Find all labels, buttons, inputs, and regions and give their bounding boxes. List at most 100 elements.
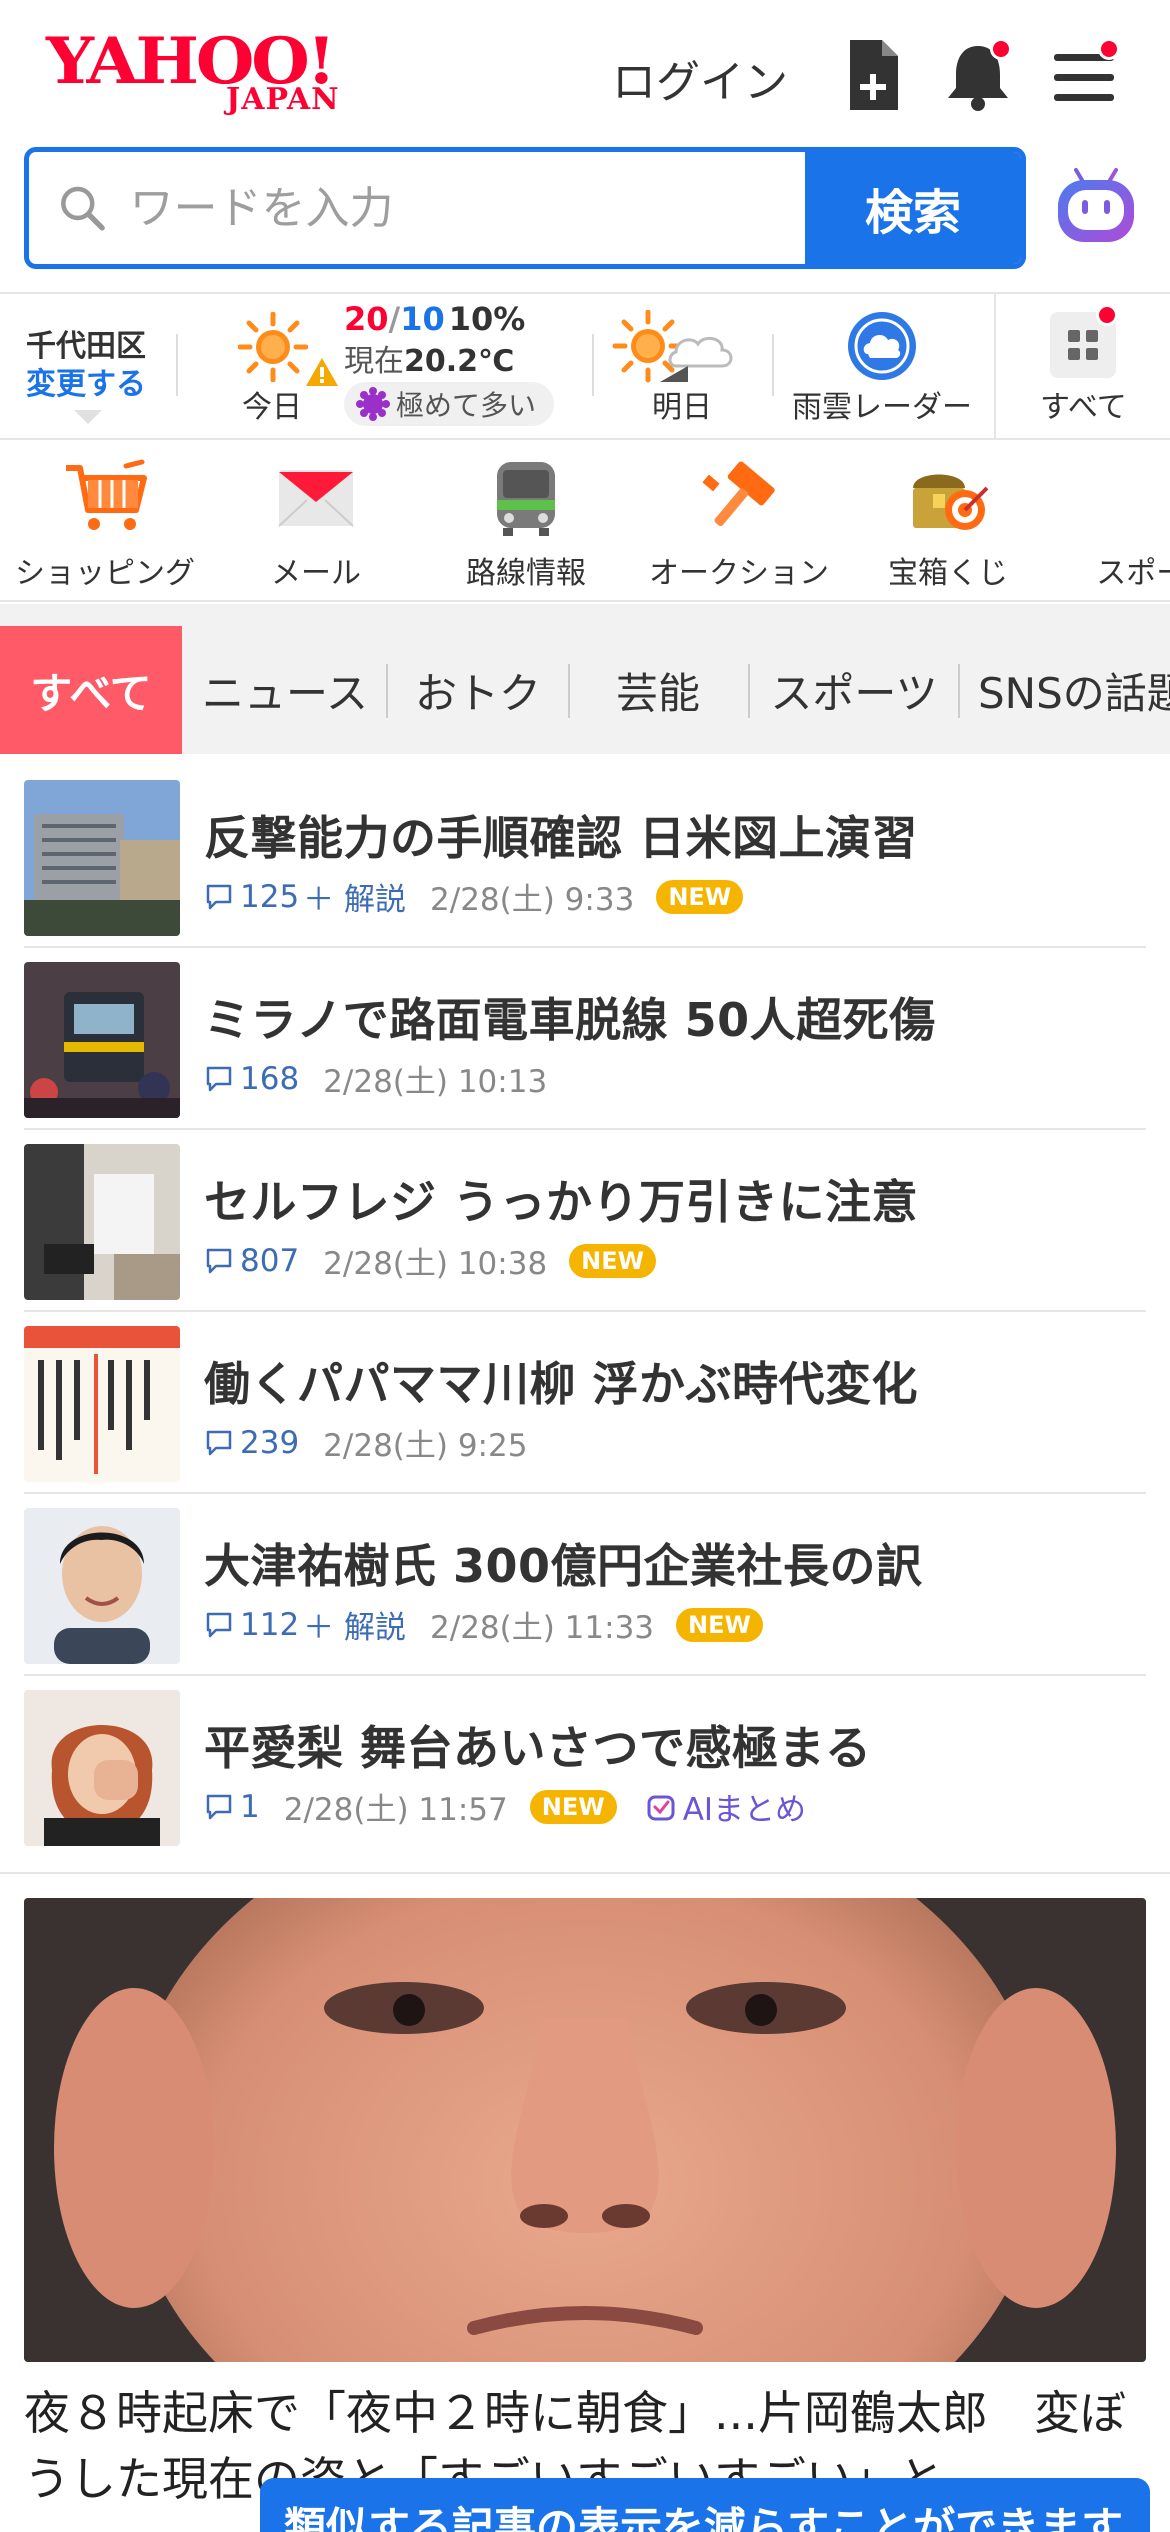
news-item[interactable]: 平愛梨 舞台あいさつで感極まる 1 2/28(土) 11:57 NEW AIまと… — [24, 1676, 1146, 1858]
comment-icon — [206, 1066, 232, 1091]
search-icon — [61, 186, 105, 231]
logo-sub-text: JAPAN — [226, 82, 340, 117]
news-item[interactable]: 働くパパママ川柳 浮かぶ時代変化 239 2/28(土) 9:25 — [24, 1312, 1146, 1494]
comment-count[interactable]: 112 — [204, 1607, 299, 1643]
comment-count[interactable]: 239 — [204, 1425, 299, 1461]
service-mail[interactable]: メール — [226, 458, 406, 592]
comment-count-value: 239 — [240, 1424, 300, 1461]
tomorrow-label: 明日 — [652, 390, 712, 425]
weather-strip: 千代田区 変更する 今日 20/10 10% 現在20.2℃ 極めて多い 明日 … — [0, 292, 1170, 440]
tab-sports[interactable]: スポーツ — [754, 626, 954, 754]
service-auction[interactable]: オークション — [638, 458, 840, 592]
tab-divider — [748, 664, 750, 718]
similar-articles-toast[interactable]: 類似する記事の表示を減らすことができます — [260, 2478, 1150, 2532]
news-meta: 112 ＋ 解説 2/28(土) 11:33 NEW — [204, 1602, 763, 1647]
search-input[interactable] — [129, 182, 805, 234]
location-block[interactable]: 千代田区 変更する — [26, 328, 146, 424]
news-item[interactable]: 反撃能力の手順確認 日米図上演習 125 ＋ 解説 2/28(土) 9:33 N… — [24, 766, 1146, 948]
search-bar: 検索 — [24, 147, 1026, 269]
tab-divider — [568, 664, 570, 718]
pollen-level: 極めて多い — [396, 389, 537, 422]
service-label: メール — [271, 556, 361, 591]
news-thumbnail — [24, 1508, 180, 1664]
header: YAHOO! JAPAN ログイン — [0, 0, 1170, 145]
service-shopping[interactable]: ショッピング — [14, 458, 196, 592]
service-takarabako[interactable]: 宝箱くじ — [858, 458, 1038, 592]
divider — [592, 334, 594, 396]
new-badge: NEW — [676, 1607, 763, 1642]
tab-news[interactable]: ニュース — [190, 626, 380, 754]
divider — [772, 334, 774, 396]
news-title[interactable]: 働くパパママ川柳 浮かぶ時代変化 — [204, 1348, 918, 1414]
comment-icon — [206, 1248, 232, 1273]
notification-badge — [990, 38, 1012, 60]
comment-count[interactable]: 1 — [204, 1789, 260, 1825]
news-item[interactable]: セルフレジ うっかり万引きに注意 807 2/28(土) 10:38 NEW — [24, 1130, 1146, 1312]
comment-count[interactable]: 125 — [204, 879, 299, 915]
search-button[interactable]: 検索 — [805, 152, 1021, 264]
comment-count[interactable]: 807 — [204, 1243, 299, 1279]
current-temp-value: 20.2℃ — [404, 344, 515, 379]
service-label: 路線情報 — [466, 556, 586, 591]
comment-count[interactable]: 168 — [204, 1061, 299, 1097]
news-timestamp: 2/28(土) 10:38 — [323, 1246, 548, 1282]
news-timestamp: 2/28(土) 9:25 — [323, 1428, 528, 1464]
search-field[interactable] — [29, 152, 805, 264]
comment-count-value: 112 — [240, 1606, 300, 1643]
login-link[interactable]: ログイン — [612, 46, 788, 110]
service-label: ショッピング — [15, 556, 195, 591]
news-item[interactable]: ミラノで路面電車脱線 50人超死傷 168 2/28(土) 10:13 — [24, 948, 1146, 1130]
change-location-link[interactable]: 変更する — [26, 366, 146, 404]
ai-summary-label: AIまとめ — [682, 1792, 807, 1828]
comment-count-value: 807 — [240, 1242, 300, 1279]
location-name: 千代田区 — [26, 329, 146, 364]
section-gap — [0, 604, 1170, 626]
section-divider — [0, 1872, 1170, 1874]
news-item[interactable]: 大津祐樹氏 300億円企業社長の訳 112 ＋ 解説 2/28(土) 11:33… — [24, 1494, 1146, 1676]
news-thumbnail — [24, 780, 180, 936]
tab-all[interactable]: すべて — [0, 626, 182, 754]
mail-icon — [278, 470, 354, 527]
ai-summary-icon — [647, 1795, 675, 1820]
news-title[interactable]: 平愛梨 舞台あいさつで感極まる — [204, 1712, 872, 1778]
service-label: オークション — [649, 556, 829, 591]
service-label: 宝箱くじ — [888, 556, 1008, 591]
expert-commentary-label[interactable]: ＋ 解説 — [303, 874, 406, 919]
sun-icon — [238, 312, 308, 382]
news-title[interactable]: ミラノで路面電車脱線 50人超死傷 — [204, 984, 936, 1050]
tab-deals[interactable]: おトク — [392, 626, 564, 754]
tab-entertainment[interactable]: 芸能 — [572, 626, 744, 754]
ai-summary-link[interactable]: AIまとめ — [645, 1784, 806, 1829]
temperature-range: 20/10 10% — [344, 300, 525, 338]
news-meta: 168 2/28(土) 10:13 — [204, 1056, 547, 1101]
tab-sns[interactable]: SNSの話題 — [966, 626, 1170, 754]
weather-all-label: すべて — [1040, 390, 1127, 425]
news-title[interactable]: 大津祐樹氏 300億円企業社長の訳 — [204, 1530, 923, 1596]
temp-separator: / — [388, 300, 401, 338]
news-title[interactable]: 反撃能力の手順確認 日米図上演習 — [204, 802, 918, 868]
feature-article-image[interactable] — [24, 1898, 1146, 2362]
new-badge: NEW — [529, 1789, 617, 1824]
new-document-icon[interactable] — [836, 36, 916, 116]
menu-icon[interactable] — [1046, 36, 1126, 116]
new-badge: NEW — [569, 1243, 657, 1278]
rain-probability: 10% — [448, 300, 526, 338]
category-tabs: すべて ニュース おトク 芸能 スポーツ SNSの話題 — [0, 626, 1170, 754]
news-timestamp: 2/28(土) 9:33 — [430, 882, 635, 918]
comment-count-value: 168 — [240, 1060, 300, 1097]
divider — [994, 294, 996, 440]
ai-assistant-icon[interactable] — [1052, 164, 1140, 252]
yahoo-japan-logo[interactable]: YAHOO! JAPAN — [46, 30, 366, 120]
service-transit[interactable]: 路線情報 — [436, 458, 616, 592]
tab-divider — [386, 664, 388, 718]
high-temp: 20 — [344, 300, 389, 338]
notification-bell-icon[interactable] — [938, 36, 1018, 116]
news-title[interactable]: セルフレジ うっかり万引きに注意 — [204, 1166, 918, 1232]
expert-commentary-label[interactable]: ＋ 解説 — [303, 1602, 406, 1647]
comment-count-value: 125 — [240, 878, 300, 915]
comment-icon — [206, 1430, 232, 1455]
divider — [176, 334, 178, 396]
service-sports[interactable]: Spo スポーツ — [1066, 458, 1170, 592]
location-pointer-icon — [74, 410, 102, 424]
treasure-box-icon — [913, 474, 989, 530]
